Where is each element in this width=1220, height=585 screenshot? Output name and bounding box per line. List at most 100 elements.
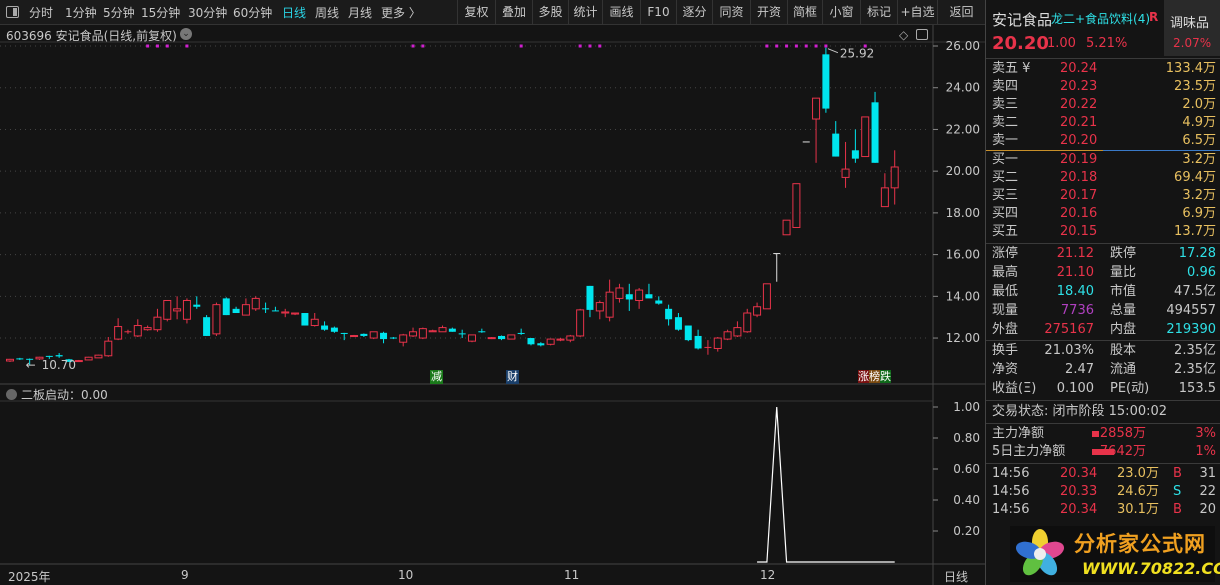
tick-price: 20.34: [1060, 466, 1098, 481]
tick-volume: 30.1万: [1117, 502, 1159, 517]
marker-rank[interactable]: 涨榜跌: [858, 370, 891, 384]
stat-label: 现量: [992, 303, 1019, 318]
stat-label: 最高: [992, 265, 1019, 280]
stat-label: 量比: [1110, 265, 1137, 280]
watermark-title: 分析家公式网: [1074, 532, 1206, 556]
price-tick-label: 22.00: [946, 122, 980, 136]
last-price: 20.20: [992, 33, 1049, 54]
indicator-tick-label: 1.00: [953, 400, 980, 414]
stat-value: 47.5亿: [1174, 284, 1216, 299]
indicator-tick-label: 0.40: [953, 493, 980, 507]
ask-label: 卖四: [992, 79, 1019, 94]
candle-body-up: [133, 325, 142, 337]
bid-price: 20.17: [1060, 188, 1098, 203]
stat-value: 2.47: [1065, 362, 1094, 377]
candle-body-down: [321, 325, 329, 330]
ask-row: 卖二 20.21 4.9万: [992, 114, 1216, 132]
stat-value: 17.28: [1178, 246, 1216, 261]
signal-dot: [146, 44, 150, 48]
fund-flow-label: 主力净额: [992, 426, 1045, 441]
stock-name: 安记食品: [992, 11, 1053, 29]
candle-body-up: [6, 358, 14, 362]
tick-side: B: [1173, 466, 1182, 481]
ask-volume: 6.5万: [1182, 133, 1216, 148]
stat-value: 21.12: [1056, 246, 1094, 261]
bid-label: 买一: [992, 152, 1019, 167]
candle-body-down: [851, 150, 859, 159]
ask-row: 卖三 20.22 2.0万: [992, 96, 1216, 114]
candle-body-down: [625, 294, 633, 300]
marker-reduce[interactable]: 减: [430, 370, 443, 384]
candle-body-down: [203, 317, 211, 336]
candle-body-down: [871, 102, 879, 163]
indicator-collapse-icon[interactable]: [6, 389, 17, 400]
candle-body-up: [74, 360, 83, 363]
ask-price: 20.21: [1060, 115, 1098, 130]
fund-flow-label: 5日主力净额: [992, 444, 1066, 459]
tick-side: B: [1173, 502, 1182, 517]
ask-price: 20.23: [1060, 79, 1098, 94]
marker-finance[interactable]: 财: [506, 370, 519, 384]
tick-count: 22: [1199, 484, 1216, 499]
candle-body-up: [792, 183, 801, 228]
candle-body-up: [546, 338, 555, 345]
signal-dot: [165, 44, 169, 48]
date-label: 9: [181, 568, 189, 582]
candle-body-down: [222, 298, 230, 316]
ask-label: 卖二: [992, 115, 1019, 130]
stat-label: 内盘: [1110, 322, 1137, 337]
ask-row: 卖一 20.20 6.5万: [992, 132, 1216, 150]
candle-body-down: [537, 343, 545, 346]
stat-label: 流通: [1110, 362, 1137, 377]
tick-side: S: [1173, 484, 1182, 499]
ask-label: 卖一: [992, 133, 1019, 148]
signal-dot: [519, 44, 523, 48]
high-price-label: 25.92: [840, 47, 874, 61]
candle-body-down: [478, 331, 486, 333]
fund-flow-bar: [1092, 431, 1099, 437]
stat-row: 最高 21.10 量比 0.96: [992, 264, 1216, 282]
stat-label: 净资: [992, 362, 1019, 377]
stat-label: 总量: [1110, 303, 1137, 318]
candle-body-down: [55, 355, 63, 357]
stat-label: PE(动): [1110, 381, 1150, 396]
stat-label: 涨停: [992, 246, 1019, 261]
candle-body-up: [241, 304, 250, 316]
candle-body-down: [360, 333, 368, 336]
quote-panel: 安记食品 龙二+食品饮料(4) R 调味品 2.07% 20.20 1.00 5…: [985, 0, 1220, 585]
candle-body-down: [586, 285, 594, 310]
candle-body-up: [153, 316, 162, 331]
candle-body-up: [291, 312, 300, 315]
candle-body-down: [193, 304, 201, 307]
indicator-name: 二板启动：0.00: [21, 388, 108, 402]
candle-body-down: [232, 308, 240, 314]
candle-body-down: [271, 310, 279, 312]
indicator-line: [757, 406, 895, 563]
price-tick-label: 14.00: [946, 289, 980, 303]
stock-tag[interactable]: 龙二+食品饮料(4): [1051, 10, 1150, 27]
candle-body-down: [301, 313, 309, 326]
stat-value: 21.10: [1056, 265, 1094, 280]
bid-label: 买四: [992, 206, 1019, 221]
ask-label: 卖三: [992, 97, 1019, 112]
candle-body-up: [281, 311, 290, 314]
candle-body-down: [674, 317, 682, 330]
tick-time: 14:56: [992, 484, 1030, 499]
stat-value: 219390: [1166, 322, 1216, 337]
candlestick-chart[interactable]: 26.00 24.00 22.00 20.00 18.00 16.00 14.00 12.00…: [0, 0, 985, 585]
candle-body-up: [350, 335, 359, 338]
stat-value: 0.100: [1056, 381, 1094, 396]
bid-price: 20.18: [1060, 170, 1098, 185]
bid-volume: 6.9万: [1182, 206, 1216, 221]
signal-dot: [824, 44, 828, 48]
bid-volume: 13.7万: [1174, 224, 1216, 239]
sector-box[interactable]: 调味品 2.07%: [1164, 0, 1220, 56]
signal-dot: [588, 44, 592, 48]
tick-count: 31: [1199, 466, 1216, 481]
stat-row: 收益(Ξ) 0.100 PE(动) 153.5: [992, 380, 1216, 398]
ask-row: 卖四 20.23 23.5万: [992, 78, 1216, 96]
bid-volume: 3.2万: [1182, 152, 1216, 167]
signal-dot: [155, 44, 159, 48]
candle-body-up: [605, 291, 614, 318]
ask-volume: 4.9万: [1182, 115, 1216, 130]
